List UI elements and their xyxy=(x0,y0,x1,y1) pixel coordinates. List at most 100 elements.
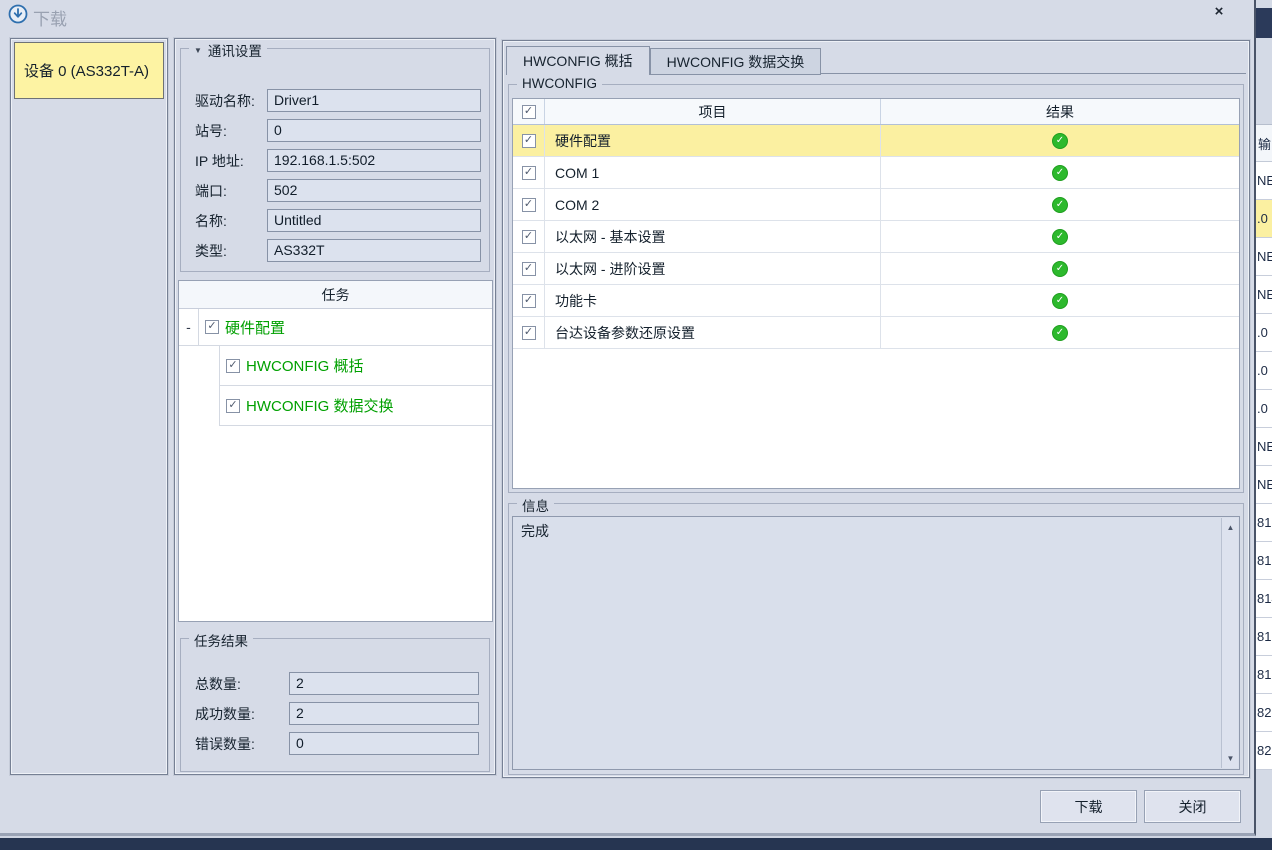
success-check-icon xyxy=(1052,229,1068,245)
name-field[interactable]: Untitled xyxy=(267,209,481,232)
dialog-title: 下载 xyxy=(33,5,67,30)
table-row[interactable]: 台达设备参数还原设置 xyxy=(513,317,1239,349)
row-checkbox[interactable] xyxy=(522,166,536,180)
total-count-label: 总数量: xyxy=(195,674,241,694)
success-check-icon xyxy=(1052,261,1068,277)
task-tree-header: 任务 xyxy=(179,281,492,309)
row-checkbox[interactable] xyxy=(522,134,536,148)
field-row: 名称: Untitled xyxy=(181,209,489,233)
close-button[interactable]: 关闭 xyxy=(1144,790,1241,823)
background-row: 814 xyxy=(1256,580,1272,618)
column-header-item[interactable]: 项目 xyxy=(545,99,881,124)
background-row: 818 xyxy=(1256,656,1272,694)
tab-hwconfig-data-exchange[interactable]: HWCONFIG 数据交换 xyxy=(650,48,822,75)
task-tree-panel: 任务 - 硬件配置 HWCONFIG 概括 HWCONFIG 数据交换 xyxy=(178,280,493,622)
port-field[interactable]: 502 xyxy=(267,179,481,202)
download-icon xyxy=(8,4,28,24)
background-row: 820 xyxy=(1256,694,1272,732)
table-row[interactable]: COM 1 xyxy=(513,157,1239,189)
table-row[interactable]: COM 2 xyxy=(513,189,1239,221)
name-label: 名称: xyxy=(195,211,227,231)
close-icon[interactable]: × xyxy=(1208,2,1230,22)
driver-name-field[interactable]: Driver1 xyxy=(267,89,481,112)
table-header-row: 项目 结果 xyxy=(513,99,1239,125)
error-count-field[interactable]: 0 xyxy=(289,732,479,755)
table-cell-item: COM 1 xyxy=(545,157,881,188)
table-row[interactable]: 硬件配置 xyxy=(513,125,1239,157)
message-scrollbar[interactable]: ▲ ▼ xyxy=(1221,518,1238,768)
table-row[interactable]: 以太网 - 进阶设置 xyxy=(513,253,1239,285)
background-row: NE xyxy=(1256,428,1272,466)
table-row[interactable]: 以太网 - 基本设置 xyxy=(513,221,1239,253)
scroll-up-icon[interactable]: ▲ xyxy=(1222,519,1239,536)
tree-row-hardware-config[interactable]: - 硬件配置 xyxy=(179,309,492,346)
row-checkbox[interactable] xyxy=(522,326,536,340)
table-row[interactable]: 功能卡 xyxy=(513,285,1239,317)
tree-collapse-expander[interactable]: - xyxy=(179,309,199,345)
tree-row-hwconfig-data-exchange[interactable]: HWCONFIG 数据交换 xyxy=(220,386,492,426)
task-results-title: 任务结果 xyxy=(189,630,253,650)
background-row: NE xyxy=(1256,238,1272,276)
row-checkbox[interactable] xyxy=(522,230,536,244)
tab-bar-filler xyxy=(821,44,1246,74)
ip-address-label: IP 地址: xyxy=(195,151,244,171)
download-dialog: 下载 × 设备 0 (AS332T-A) ▼ 通讯设置 驱动名称: Driver… xyxy=(0,0,1256,836)
table-cell-item: 台达设备参数还原设置 xyxy=(545,317,881,348)
station-number-label: 站号: xyxy=(195,121,227,141)
tab-bar: HWCONFIG 概括 HWCONFIG 数据交换 xyxy=(506,44,1246,74)
hwconfig-group: HWCONFIG 项目 结果 硬件配置 COM 1 xyxy=(508,84,1244,493)
row-checkbox[interactable] xyxy=(522,198,536,212)
select-all-checkbox[interactable] xyxy=(522,105,536,119)
device-list-item-selected[interactable]: 设备 0 (AS332T-A) xyxy=(14,42,164,99)
device-list-panel: 设备 0 (AS332T-A) xyxy=(10,38,168,775)
success-check-icon xyxy=(1052,293,1068,309)
table-cell-item: 以太网 - 进阶设置 xyxy=(545,253,881,284)
field-row: IP 地址: 192.168.1.5:502 xyxy=(181,149,489,173)
success-check-icon xyxy=(1052,325,1068,341)
background-column-header: 输 xyxy=(1256,125,1272,162)
total-count-field[interactable]: 2 xyxy=(289,672,479,695)
message-group-title: 信息 xyxy=(517,495,554,515)
field-row: 端口: 502 xyxy=(181,179,489,203)
scroll-down-icon[interactable]: ▼ xyxy=(1222,750,1239,767)
download-button[interactable]: 下载 xyxy=(1040,790,1137,823)
type-field[interactable]: AS332T xyxy=(267,239,481,262)
station-number-field[interactable]: 0 xyxy=(267,119,481,142)
success-count-label: 成功数量: xyxy=(195,704,255,724)
row-checkbox[interactable] xyxy=(522,262,536,276)
checkbox-checked[interactable] xyxy=(226,399,240,413)
background-row: 812 xyxy=(1256,542,1272,580)
error-count-label: 错误数量: xyxy=(195,734,255,754)
tab-hwconfig-summary[interactable]: HWCONFIG 概括 xyxy=(506,46,650,75)
success-check-icon xyxy=(1052,133,1068,149)
background-table-fragment: 输 NE .0 - NE NE .0 - .0 - .0 - NE NE 810… xyxy=(1256,124,1272,770)
title-bar: 下载 × xyxy=(0,0,1254,30)
communication-settings-title[interactable]: ▼ 通讯设置 xyxy=(189,40,267,60)
field-row: 错误数量: 0 xyxy=(181,732,489,756)
table-cell-item: 硬件配置 xyxy=(545,125,881,156)
results-panel: HWCONFIG 概括 HWCONFIG 数据交换 HWCONFIG 项目 结果… xyxy=(502,40,1250,778)
background-navy-block xyxy=(1256,8,1272,38)
background-row: 822 xyxy=(1256,732,1272,770)
row-checkbox[interactable] xyxy=(522,294,536,308)
background-row: .0 - xyxy=(1256,200,1272,238)
background-window-strip: 输 NE .0 - NE NE .0 - .0 - .0 - NE NE 810… xyxy=(1256,0,1272,850)
background-row: 816 xyxy=(1256,618,1272,656)
background-row: 810 xyxy=(1256,504,1272,542)
collapse-arrow-icon[interactable]: ▼ xyxy=(194,46,202,55)
tree-row-hwconfig-summary[interactable]: HWCONFIG 概括 xyxy=(220,346,492,386)
communication-settings-group: ▼ 通讯设置 驱动名称: Driver1 站号: 0 IP 地址: 192.16… xyxy=(180,48,490,272)
success-check-icon xyxy=(1052,165,1068,181)
driver-name-label: 驱动名称: xyxy=(195,91,255,111)
ip-address-field[interactable]: 192.168.1.5:502 xyxy=(267,149,481,172)
type-label: 类型: xyxy=(195,241,227,261)
checkbox-checked[interactable] xyxy=(226,359,240,373)
tree-item-label: HWCONFIG 概括 xyxy=(246,355,364,376)
column-header-result[interactable]: 结果 xyxy=(881,99,1239,124)
success-check-icon xyxy=(1052,197,1068,213)
message-box[interactable]: 完成 ▲ ▼ xyxy=(512,516,1240,770)
success-count-field[interactable]: 2 xyxy=(289,702,479,725)
checkbox-checked[interactable] xyxy=(205,320,219,334)
table-cell-item: COM 2 xyxy=(545,189,881,220)
tree-children: HWCONFIG 概括 HWCONFIG 数据交换 xyxy=(219,346,492,426)
